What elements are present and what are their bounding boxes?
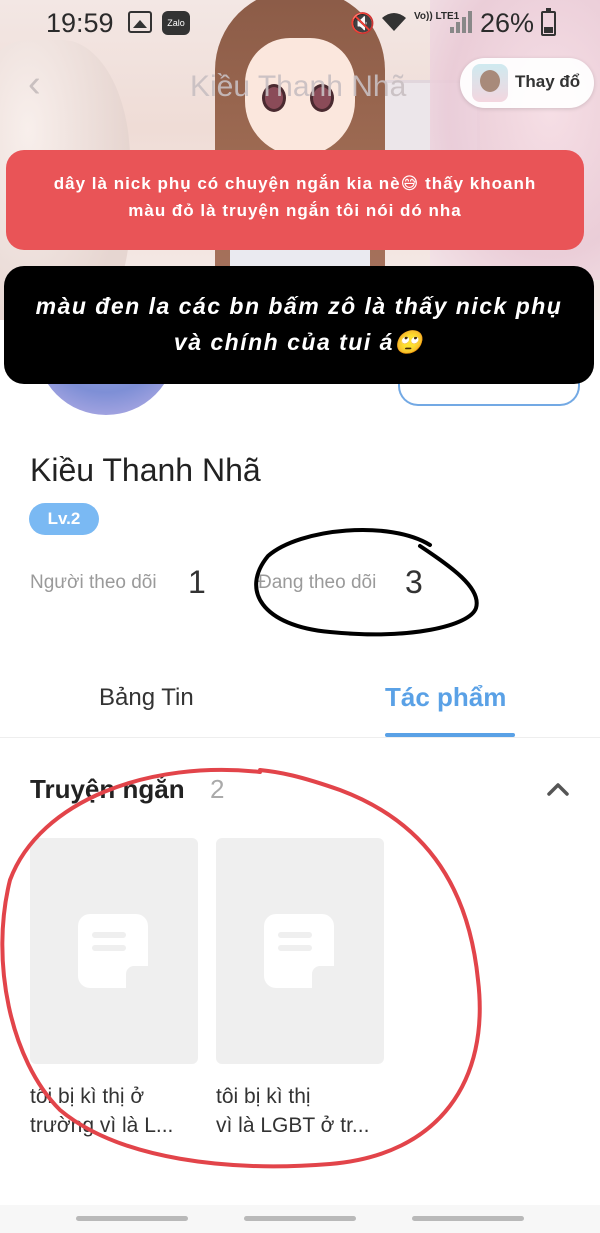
story-card[interactable]: [216, 838, 384, 1064]
followers-label[interactable]: Người theo dõi: [30, 572, 157, 594]
story-title-line: trường vì là L...: [30, 1114, 174, 1137]
back-arrow-icon[interactable]: ‹: [28, 65, 58, 103]
tab-works[interactable]: Tác phẩm: [385, 682, 506, 713]
story-title-line: tôi bị kì thị: [216, 1085, 311, 1108]
document-icon: [78, 914, 148, 988]
back-button[interactable]: [412, 1216, 524, 1221]
cover-thumbnail: [472, 64, 508, 102]
mute-icon: 🔇: [350, 13, 375, 35]
change-cover-button[interactable]: Thay đổ: [460, 58, 594, 108]
recents-button[interactable]: [76, 1216, 188, 1221]
status-time: 19:59: [46, 8, 114, 38]
level-badge: Lv.2: [29, 503, 99, 535]
following-label[interactable]: Đang theo dõi: [258, 572, 376, 594]
section-title: Truyện ngắn: [30, 774, 185, 804]
gallery-icon: [128, 11, 152, 33]
chevron-up-icon[interactable]: [546, 780, 570, 798]
story-title-line: vì là LGBT ở tr...: [216, 1114, 370, 1137]
story-title-line: tôi bị kì thị ở: [30, 1085, 145, 1108]
document-icon: [264, 914, 334, 988]
profile-name: Kiều Thanh Nhã: [30, 452, 261, 488]
battery-icon: [541, 8, 556, 36]
annotation-red-note: dây là nick phụ có chuyện ngắn kia nè😅 t…: [6, 150, 584, 250]
wifi-icon: [381, 11, 407, 39]
annotation-black-note: màu đen la các bn bấm zô là thấy nick ph…: [4, 266, 594, 384]
story-title[interactable]: tôi bị kì thị ở trường vì là L...: [30, 1082, 205, 1140]
story-card[interactable]: [30, 838, 198, 1064]
section-count: 2: [210, 774, 225, 804]
change-cover-label: Thay đổ: [515, 72, 581, 91]
tab-feed[interactable]: Bảng Tin: [99, 684, 194, 712]
followers-count[interactable]: 1: [188, 564, 206, 601]
page-title: Kiều Thanh Nhã: [190, 70, 407, 103]
story-title[interactable]: tôi bị kì thị vì là LGBT ở tr...: [216, 1082, 391, 1140]
home-button[interactable]: [244, 1216, 356, 1221]
zalo-icon: Zalo: [162, 11, 190, 35]
status-bar: 19:59 Zalo 🔇 Vo)) LTE1 26%: [0, 0, 600, 46]
battery-percent: 26%: [480, 8, 535, 38]
divider: [0, 737, 600, 738]
signal-icon: [450, 11, 472, 33]
following-count[interactable]: 3: [405, 564, 423, 601]
